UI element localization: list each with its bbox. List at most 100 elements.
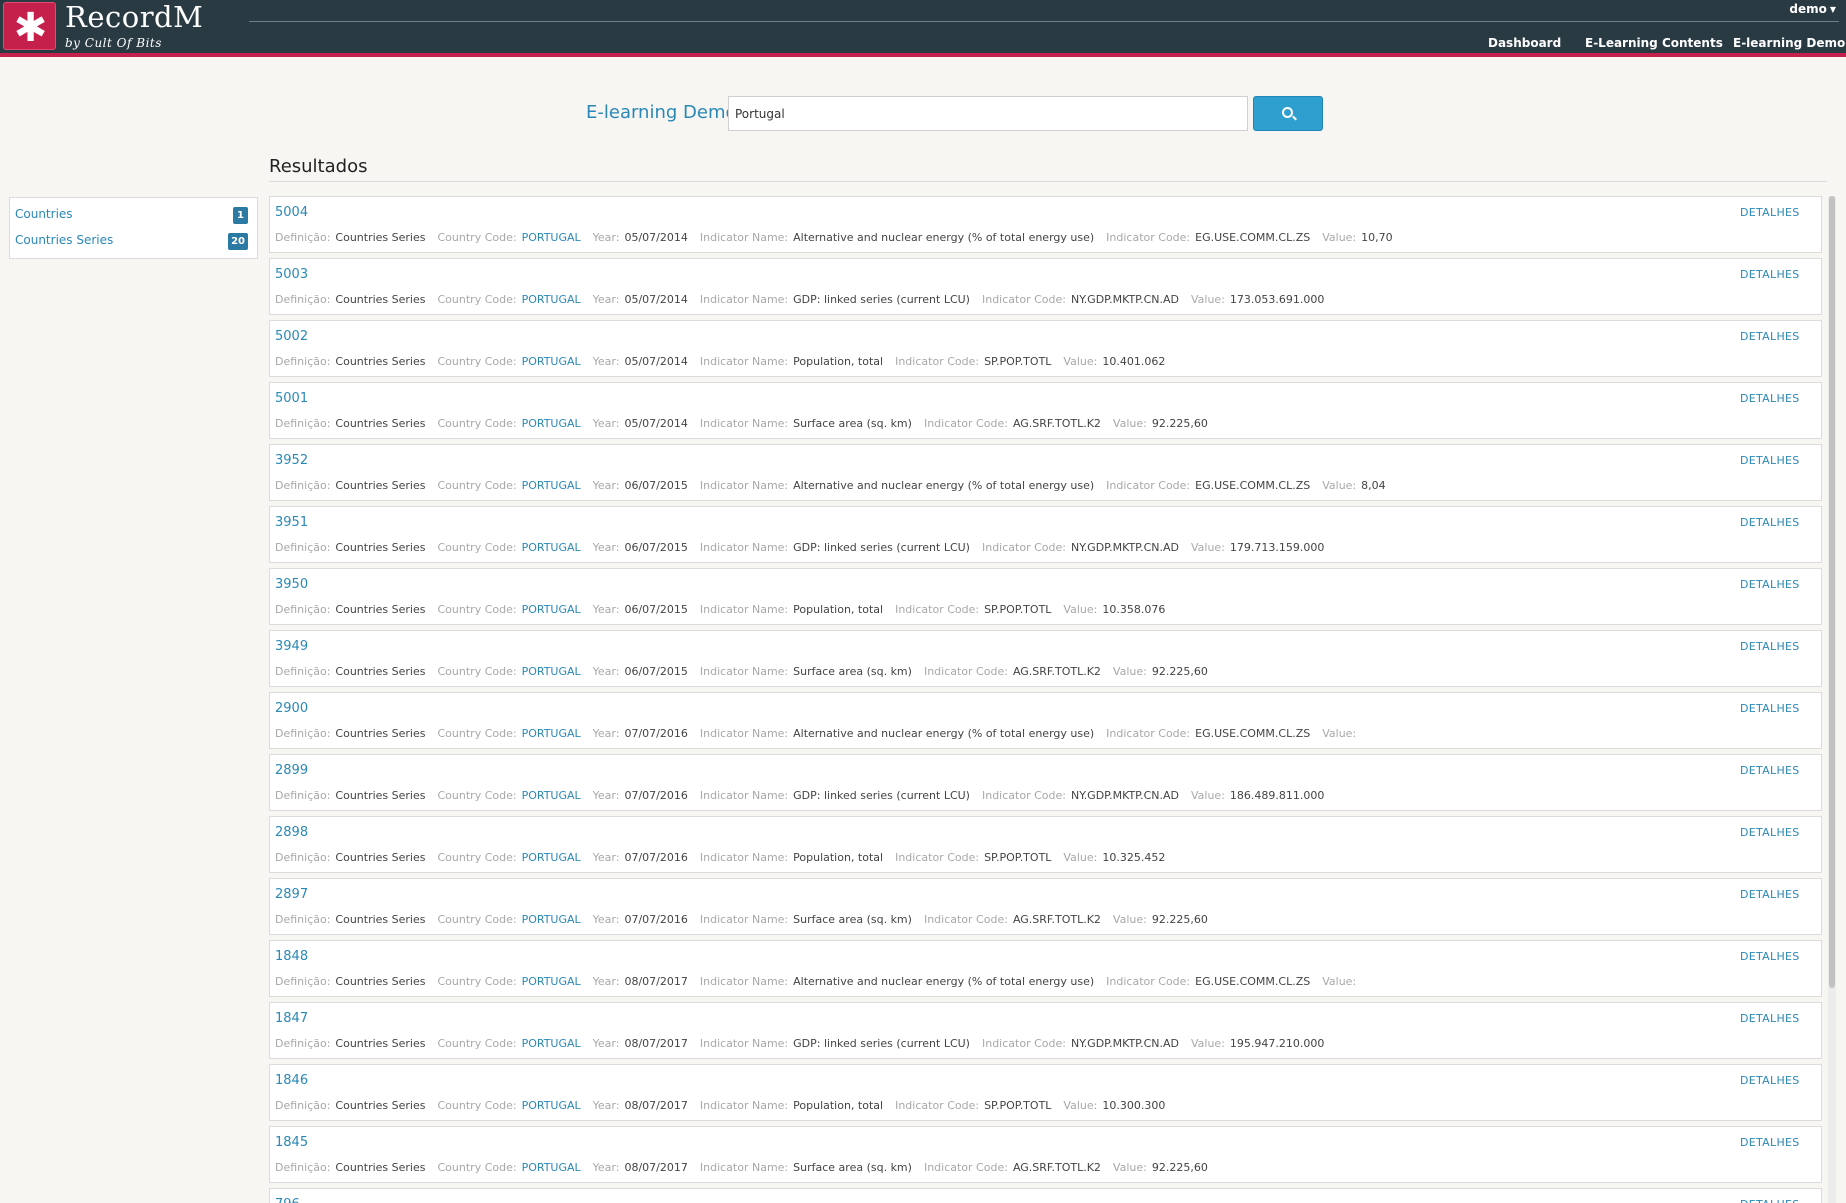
details-link[interactable]: DETALHES <box>1740 268 1800 281</box>
filter-countries-series[interactable]: Countries Series <box>15 233 113 247</box>
definitions-filter-panel: Countries 1 Countries Series 20 <box>9 197 258 259</box>
country-code-link[interactable]: PORTUGAL <box>522 913 581 926</box>
result-id-link[interactable]: 2897 <box>275 887 308 902</box>
definition-label: Definição: <box>275 479 331 492</box>
top-navbar: ✱ RecordM by Cult Of Bits demo ▼ Dashboar… <box>0 0 1846 57</box>
result-id-link[interactable]: 3952 <box>275 453 308 468</box>
result-id-link[interactable]: 1846 <box>275 1073 308 1088</box>
value-label: Value: <box>1322 727 1357 740</box>
result-id-link[interactable]: 796 <box>275 1197 300 1203</box>
details-link[interactable]: DETALHES <box>1740 516 1800 529</box>
details-link[interactable]: DETALHES <box>1740 392 1800 405</box>
indicator-code-value: EG.USE.COMM.CL.ZS <box>1195 975 1311 988</box>
result-card: 3951 DETALHES Definição: Countries Series Co… <box>269 506 1822 563</box>
result-fields: Definição: Countries Series Country Code: P… <box>275 479 1398 492</box>
result-id-link[interactable]: 3949 <box>275 639 308 654</box>
country-code-link[interactable]: PORTUGAL <box>522 1037 581 1050</box>
details-link[interactable]: DETALHES <box>1740 950 1800 963</box>
country-code-link[interactable]: PORTUGAL <box>522 293 581 306</box>
details-link[interactable]: DETALHES <box>1740 764 1800 777</box>
definition-value: Countries Series <box>335 975 426 988</box>
user-name: demo <box>1789 2 1827 16</box>
indicator-name-label: Indicator Name: <box>699 417 789 430</box>
details-link[interactable]: DETALHES <box>1740 888 1800 901</box>
result-card: 2898 DETALHES Definição: Countries Series Co… <box>269 816 1822 873</box>
asterisk-icon: ✱ <box>13 5 48 51</box>
details-link[interactable]: DETALHES <box>1740 640 1800 653</box>
result-id-link[interactable]: 5004 <box>275 205 308 220</box>
result-id-link[interactable]: 5002 <box>275 329 308 344</box>
year-value: 08/07/2017 <box>624 975 688 988</box>
user-menu[interactable]: demo ▼ <box>1789 2 1836 16</box>
value-label: Value: <box>1063 355 1098 368</box>
details-link[interactable]: DETALHES <box>1740 454 1800 467</box>
result-fields: Definição: Countries Series Country Code: P… <box>275 417 1220 430</box>
nav-dashboard[interactable]: Dashboard <box>1488 36 1561 50</box>
value-value: 8,04 <box>1361 479 1386 492</box>
definition-value: Countries Series <box>335 603 426 616</box>
value-label: Value: <box>1063 851 1098 864</box>
nav-elearning-contents[interactable]: E-Learning Contents <box>1585 36 1723 50</box>
definition-label: Definição: <box>275 231 331 244</box>
indicator-name-label: Indicator Name: <box>699 1161 789 1174</box>
country-code-link[interactable]: PORTUGAL <box>522 1099 581 1112</box>
country-code-link[interactable]: PORTUGAL <box>522 851 581 864</box>
indicator-code-value: EG.USE.COMM.CL.ZS <box>1195 727 1311 740</box>
definition-value: Countries Series <box>335 1161 426 1174</box>
result-card: 1846 DETALHES Definição: Countries Series Co… <box>269 1064 1822 1121</box>
details-link[interactable]: DETALHES <box>1740 1012 1800 1025</box>
year-value: 06/07/2015 <box>624 479 688 492</box>
result-id-link[interactable]: 3951 <box>275 515 308 530</box>
definition-value: Countries Series <box>335 541 426 554</box>
country-code-link[interactable]: PORTUGAL <box>522 975 581 988</box>
country-code-link[interactable]: PORTUGAL <box>522 727 581 740</box>
search-input[interactable] <box>728 96 1248 131</box>
country-code-link[interactable]: PORTUGAL <box>522 603 581 616</box>
country-code-link[interactable]: PORTUGAL <box>522 541 581 554</box>
indicator-code-value: AG.SRF.TOTL.K2 <box>1012 913 1101 926</box>
result-id-link[interactable]: 1847 <box>275 1011 308 1026</box>
result-id-link[interactable]: 2900 <box>275 701 308 716</box>
result-id-link[interactable]: 1848 <box>275 949 308 964</box>
details-link[interactable]: DETALHES <box>1740 206 1800 219</box>
value-label: Value: <box>1112 913 1147 926</box>
year-label: Year: <box>592 1099 620 1112</box>
result-id-link[interactable]: 2898 <box>275 825 308 840</box>
details-link[interactable]: DETALHES <box>1740 702 1800 715</box>
recordm-logo[interactable]: ✱ <box>3 2 56 51</box>
brand-name[interactable]: RecordM <box>65 0 203 34</box>
indicator-code-value: NY.GDP.MKTP.CN.AD <box>1070 541 1179 554</box>
year-value: 05/07/2014 <box>624 231 688 244</box>
value-value: 173.053.691.000 <box>1229 293 1325 306</box>
details-link[interactable]: DETALHES <box>1740 1198 1800 1203</box>
filter-countries[interactable]: Countries <box>15 207 73 221</box>
country-code-link[interactable]: PORTUGAL <box>522 479 581 492</box>
details-link[interactable]: DETALHES <box>1740 1074 1800 1087</box>
result-id-link[interactable]: 1845 <box>275 1135 308 1150</box>
result-fields: Definição: Countries Series Country Code: P… <box>275 293 1336 306</box>
country-code-link[interactable]: PORTUGAL <box>522 355 581 368</box>
scrollbar-thumb[interactable] <box>1829 196 1835 988</box>
country-code-link[interactable]: PORTUGAL <box>522 417 581 430</box>
result-id-link[interactable]: 5003 <box>275 267 308 282</box>
details-link[interactable]: DETALHES <box>1740 578 1800 591</box>
search-button[interactable] <box>1253 96 1323 131</box>
result-card: 5001 DETALHES Definição: Countries Series Co… <box>269 382 1822 439</box>
indicator-code-value: SP.POP.TOTL <box>984 851 1052 864</box>
indicator-code-label: Indicator Code: <box>895 1099 980 1112</box>
country-code-link[interactable]: PORTUGAL <box>522 789 581 802</box>
indicator-name-value: Population, total <box>793 355 884 368</box>
details-link[interactable]: DETALHES <box>1740 826 1800 839</box>
result-id-link[interactable]: 2899 <box>275 763 308 778</box>
result-id-link[interactable]: 5001 <box>275 391 308 406</box>
country-code-label: Country Code: <box>437 417 517 430</box>
indicator-code-value: EG.USE.COMM.CL.ZS <box>1195 479 1311 492</box>
country-code-link[interactable]: PORTUGAL <box>522 231 581 244</box>
details-link[interactable]: DETALHES <box>1740 1136 1800 1149</box>
country-code-link[interactable]: PORTUGAL <box>522 665 581 678</box>
country-code-link[interactable]: PORTUGAL <box>522 1161 581 1174</box>
result-id-link[interactable]: 3950 <box>275 577 308 592</box>
nav-elearning-demo[interactable]: E-learning Demo <box>1733 36 1845 50</box>
details-link[interactable]: DETALHES <box>1740 330 1800 343</box>
value-value: 92.225,60 <box>1151 665 1208 678</box>
